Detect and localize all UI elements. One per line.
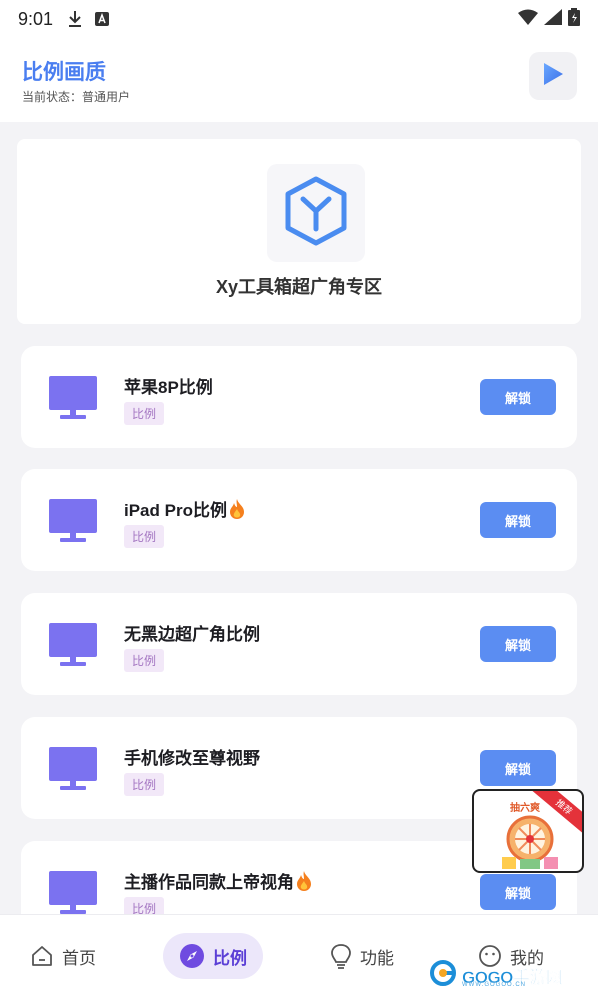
ad-title: 抽六爽 bbox=[510, 803, 540, 814]
unlock-button[interactable]: 解锁 bbox=[480, 874, 556, 910]
tab-ratio[interactable]: 比例 bbox=[163, 933, 263, 979]
item-name: iPad Pro比例 bbox=[124, 496, 245, 524]
tab-label: 比例 bbox=[213, 948, 247, 968]
monitor-icon bbox=[49, 499, 97, 548]
fire-icon bbox=[229, 499, 245, 524]
watermark-sub: WWW.GOGOO.CN bbox=[462, 982, 526, 988]
unlock-button[interactable]: 解锁 bbox=[480, 626, 556, 662]
watermark-logo: GOGO手游网 WWW.GOGOO.CN bbox=[430, 960, 563, 991]
page-title: 比例画质 bbox=[22, 61, 106, 84]
item-name: 主播作品同款上帝视角 bbox=[124, 868, 312, 896]
download-icon bbox=[67, 10, 83, 28]
hero-title: Xy工具箱超广角专区 bbox=[215, 277, 383, 297]
monitor-icon bbox=[49, 623, 97, 672]
list-item[interactable]: 苹果8P比例 比例 解锁 bbox=[21, 346, 577, 448]
item-tag: 比例 bbox=[124, 773, 165, 796]
monitor-icon bbox=[49, 871, 97, 920]
fire-icon bbox=[296, 871, 312, 896]
user-status-text: 当前状态：普通用户 bbox=[22, 90, 131, 104]
list-item[interactable]: 无黑边超广角比例 比例 解锁 bbox=[21, 593, 577, 695]
monitor-icon bbox=[49, 376, 97, 425]
status-time: 9:01 bbox=[18, 8, 54, 29]
item-tag: 比例 bbox=[124, 649, 165, 672]
item-name: 手机修改至尊视野 bbox=[124, 749, 260, 768]
home-icon bbox=[30, 944, 54, 968]
tab-features[interactable]: 功能 bbox=[330, 933, 394, 979]
signal-icon bbox=[544, 8, 562, 30]
unlock-button[interactable]: 解锁 bbox=[480, 750, 556, 786]
app-header: 比例画质 当前状态：普通用户 bbox=[0, 38, 598, 122]
gogo-logo-icon bbox=[430, 960, 458, 991]
list-item[interactable]: iPad Pro比例 比例 解锁 bbox=[21, 469, 577, 571]
tab-label: 首页 bbox=[62, 948, 96, 968]
wifi-icon bbox=[518, 9, 538, 30]
play-button[interactable] bbox=[529, 52, 577, 100]
notification-a-icon bbox=[95, 12, 110, 26]
item-tag: 比例 bbox=[124, 402, 165, 425]
bulb-icon bbox=[330, 943, 352, 969]
monitor-icon bbox=[49, 747, 97, 796]
floating-ad[interactable]: 抽六爽 推荐 bbox=[472, 789, 584, 873]
cube-y-icon bbox=[283, 175, 349, 252]
app-logo bbox=[267, 164, 365, 262]
unlock-button[interactable]: 解锁 bbox=[480, 502, 556, 538]
play-icon bbox=[541, 61, 565, 92]
hero-card: Xy工具箱超广角专区 bbox=[17, 139, 581, 324]
prize-wheel-icon bbox=[498, 813, 562, 871]
item-name: 无黑边超广角比例 bbox=[124, 625, 260, 644]
item-name: 苹果8P比例 bbox=[124, 378, 213, 397]
tab-home[interactable]: 首页 bbox=[30, 933, 96, 979]
battery-icon bbox=[568, 7, 580, 31]
tab-label: 功能 bbox=[360, 948, 394, 968]
unlock-button[interactable]: 解锁 bbox=[480, 379, 556, 415]
compass-icon bbox=[179, 943, 205, 969]
item-tag: 比例 bbox=[124, 525, 165, 548]
status-bar: 9:01 bbox=[0, 0, 598, 38]
